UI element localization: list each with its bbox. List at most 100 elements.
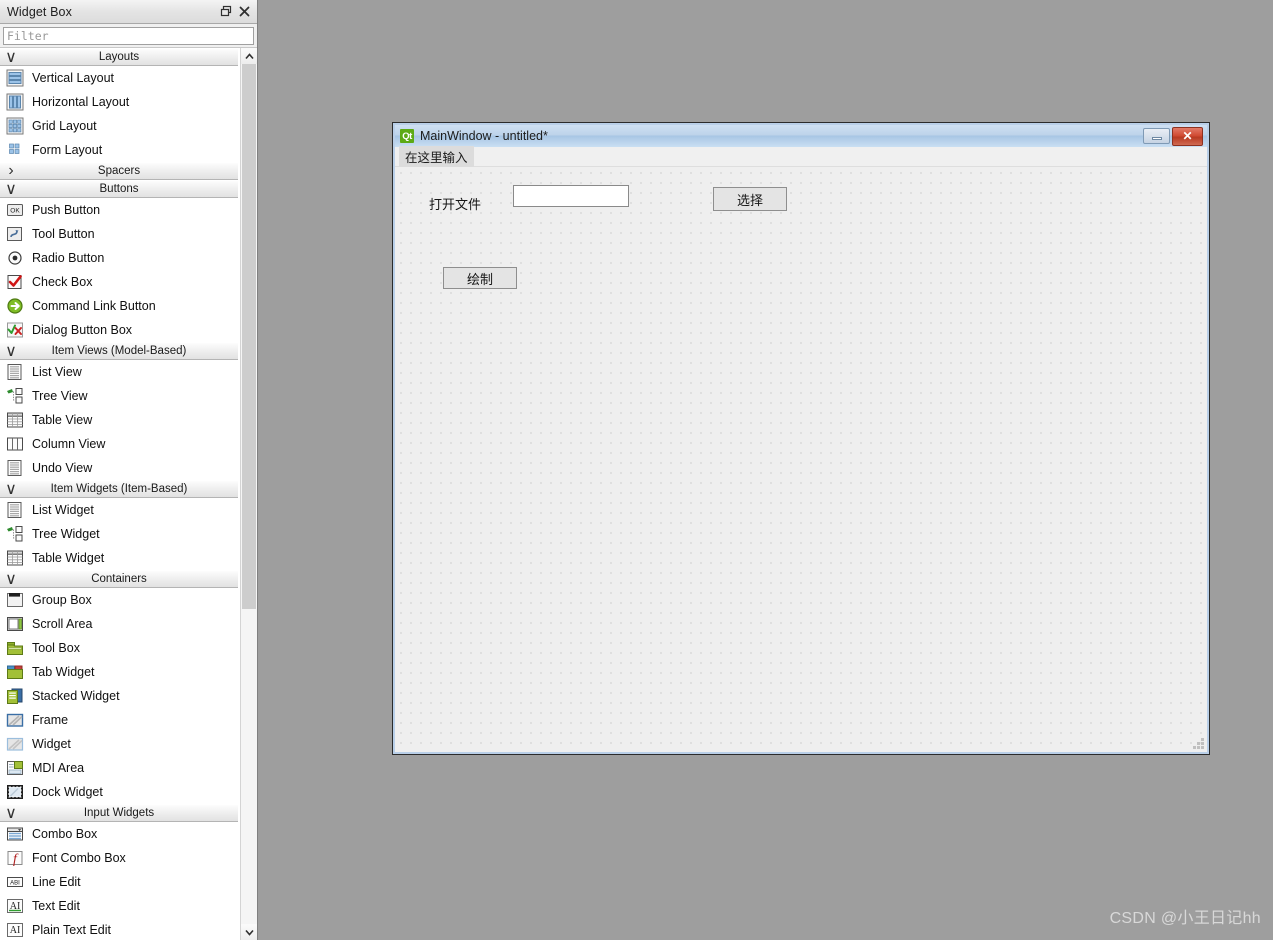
widget-item-label: List Widget — [32, 503, 94, 517]
float-icon[interactable] — [217, 3, 235, 21]
widget-group-label: Spacers — [97, 165, 141, 177]
push-button-icon: OK — [5, 200, 25, 220]
widget-box-title: Widget Box — [7, 4, 72, 19]
widget-item-label: Undo View — [32, 461, 93, 475]
list-view-icon — [5, 362, 25, 382]
widget-item-label: Command Link Button — [32, 299, 156, 313]
list-widget-icon — [5, 500, 25, 520]
widget-item-label: Tool Button — [32, 227, 95, 241]
command-link-button-icon — [5, 296, 25, 316]
design-menubar[interactable]: 在这里输入 — [395, 145, 1207, 168]
design-form-window: Qt MainWindow - untitled* ✕ 在这里输入 打开文件 选… — [392, 122, 1210, 755]
widget-group-header[interactable]: ∨ Item Views (Model-Based) — [0, 342, 238, 360]
close-button[interactable]: ✕ — [1172, 126, 1203, 146]
widget-box-panel: Widget Box ∨ Layouts Vertical Layout Horizo… — [0, 0, 258, 940]
widget-item-label: Line Edit — [32, 875, 81, 889]
widget-group-label: Buttons — [99, 183, 139, 195]
widget-list-scrollbar[interactable] — [240, 48, 257, 940]
grid-layout-icon — [5, 116, 25, 136]
widget-list-area: ∨ Layouts Vertical Layout Horizontal Layout… — [0, 47, 257, 940]
widget-item-grid-layout[interactable]: Grid Layout — [0, 114, 238, 138]
design-window-title: MainWindow - untitled* — [420, 129, 548, 143]
widget-group-header[interactable]: ∨ Input Widgets — [0, 804, 238, 822]
widget-item-font-combo-box[interactable]: f Font Combo Box — [0, 846, 238, 870]
widget-icon — [5, 734, 25, 754]
widget-item-list-widget[interactable]: List Widget — [0, 498, 238, 522]
widget-item-radio-button[interactable]: Radio Button — [0, 246, 238, 270]
widget-item-frame[interactable]: Frame — [0, 708, 238, 732]
widget-item-stacked-widget[interactable]: Stacked Widget — [0, 684, 238, 708]
widget-item-label: Column View — [32, 437, 106, 451]
widget-item-label: Dialog Button Box — [32, 323, 133, 337]
widget-item-command-link-button[interactable]: Command Link Button — [0, 294, 238, 318]
widget-item-label: Scroll Area — [32, 617, 93, 631]
form-lineedit-filepath[interactable] — [513, 185, 629, 207]
widget-item-tool-button[interactable]: Tool Button — [0, 222, 238, 246]
widget-group-label: Layouts — [98, 51, 140, 63]
scroll-area-icon — [5, 614, 25, 634]
scroll-down-icon[interactable] — [241, 924, 257, 940]
close-icon[interactable] — [235, 3, 253, 21]
scrollbar-thumb[interactable] — [242, 64, 256, 609]
widget-item-label: Horizontal Layout — [32, 95, 130, 109]
widget-item-horizontal-layout[interactable]: Horizontal Layout — [0, 90, 238, 114]
window-controls: ✕ — [1143, 126, 1207, 146]
form-button-draw[interactable]: 绘制 — [443, 267, 517, 289]
widget-item-tool-box[interactable]: Tool Box — [0, 636, 238, 660]
menubar-placeholder[interactable]: 在这里输入 — [399, 145, 474, 168]
widget-list: ∨ Layouts Vertical Layout Horizontal Layout… — [0, 48, 238, 940]
watermark: CSDN @小王日记hh — [1109, 910, 1261, 927]
widget-item-label: Radio Button — [32, 251, 105, 265]
minimize-button[interactable] — [1143, 128, 1170, 144]
widget-group-label: Item Views (Model-Based) — [51, 345, 187, 357]
widget-item-tree-view[interactable]: Tree View — [0, 384, 238, 408]
widget-item-vertical-layout[interactable]: Vertical Layout — [0, 66, 238, 90]
widget-item-combo-box[interactable]: Combo Box — [0, 822, 238, 846]
stacked-widget-icon — [5, 686, 25, 706]
widget-item-group-box[interactable]: Group Box — [0, 588, 238, 612]
widget-item-widget[interactable]: Widget — [0, 732, 238, 756]
widget-item-scroll-area[interactable]: Scroll Area — [0, 612, 238, 636]
vertical-layout-icon — [5, 68, 25, 88]
widget-item-push-button[interactable]: OK Push Button — [0, 198, 238, 222]
widget-item-dock-widget[interactable]: Dock Widget — [0, 780, 238, 804]
widget-item-table-view[interactable]: Table View — [0, 408, 238, 432]
widget-item-mdi-area[interactable]: MDI Area — [0, 756, 238, 780]
widget-group-header[interactable]: ∨ Layouts — [0, 48, 238, 66]
widget-item-check-box[interactable]: Check Box — [0, 270, 238, 294]
widget-item-label: Form Layout — [32, 143, 103, 157]
widget-item-column-view[interactable]: Column View — [0, 432, 238, 456]
widget-item-list-view[interactable]: List View — [0, 360, 238, 384]
svg-text:AI: AI — [10, 925, 21, 936]
widget-group-header[interactable]: › Spacers — [0, 162, 238, 180]
widget-item-line-edit[interactable]: ABI Line Edit — [0, 870, 238, 894]
widget-group-header[interactable]: ∨ Containers — [0, 570, 238, 588]
widget-item-label: Text Edit — [32, 899, 80, 913]
widget-item-tab-widget[interactable]: Tab Widget — [0, 660, 238, 684]
widget-item-text-edit[interactable]: AI Text Edit — [0, 894, 238, 918]
widget-item-label: Tree View — [32, 389, 88, 403]
resize-grip-icon[interactable] — [1193, 738, 1204, 749]
form-button-select[interactable]: 选择 — [713, 187, 787, 211]
undo-view-icon — [5, 458, 25, 478]
widget-item-label: Check Box — [32, 275, 93, 289]
widget-item-table-widget[interactable]: Table Widget — [0, 546, 238, 570]
widget-item-label: Grid Layout — [32, 119, 97, 133]
widget-item-label: Table Widget — [32, 551, 105, 565]
widget-group-header[interactable]: ∨ Buttons — [0, 180, 238, 198]
widget-item-tree-widget[interactable]: Tree Widget — [0, 522, 238, 546]
design-canvas[interactable]: 打开文件 选择 绘制 — [395, 167, 1207, 752]
widget-item-form-layout[interactable]: Form Layout — [0, 138, 238, 162]
widget-item-plain-text-edit[interactable]: AI Plain Text Edit — [0, 918, 238, 940]
dialog-button-box-icon — [5, 320, 25, 340]
widget-item-label: Group Box — [32, 593, 92, 607]
widget-group-header[interactable]: ∨ Item Widgets (Item-Based) — [0, 480, 238, 498]
widget-item-undo-view[interactable]: Undo View — [0, 456, 238, 480]
widget-item-label: Tab Widget — [32, 665, 95, 679]
widget-item-label: Frame — [32, 713, 69, 727]
widget-item-dialog-button-box[interactable]: Dialog Button Box — [0, 318, 238, 342]
scroll-up-icon[interactable] — [241, 48, 257, 64]
design-window-inner: Qt MainWindow - untitled* ✕ 在这里输入 打开文件 选… — [395, 125, 1207, 752]
filter-input[interactable] — [3, 27, 254, 45]
font-combo-box-icon: f — [5, 848, 25, 868]
